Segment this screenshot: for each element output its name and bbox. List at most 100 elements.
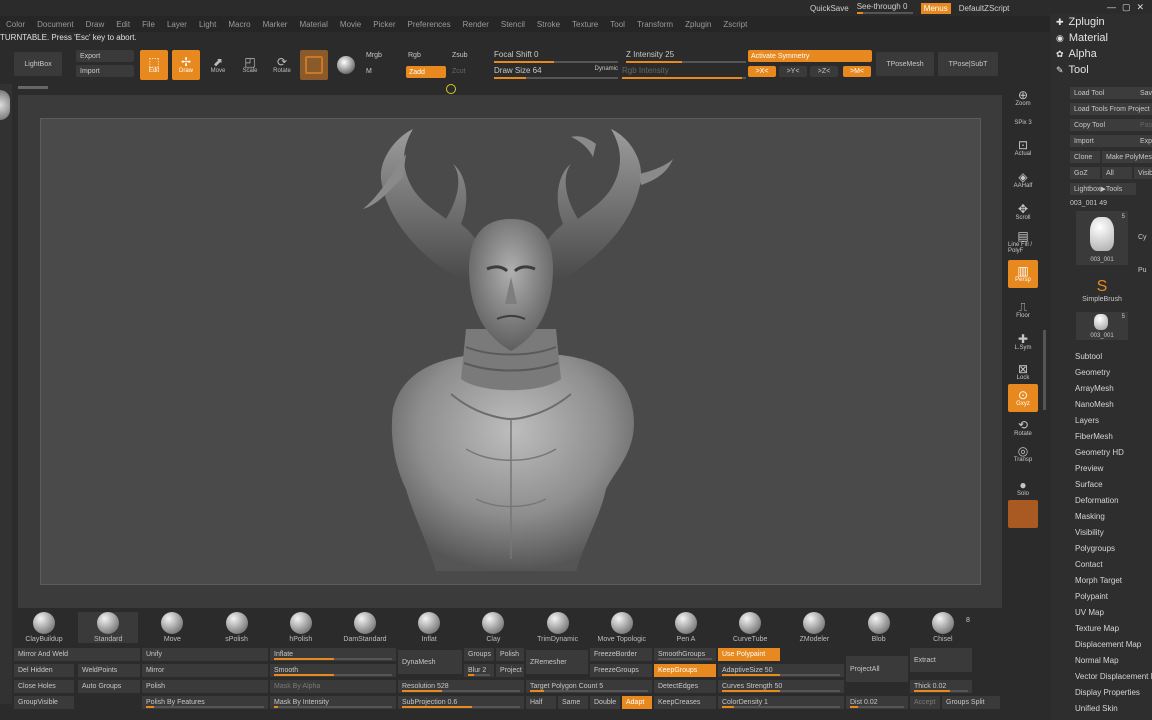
groupvisible-button[interactable]: GroupVisible — [14, 696, 74, 709]
shelf-transp-button[interactable]: ◎ Transp — [1008, 440, 1038, 468]
menu-stencil[interactable]: Stencil — [495, 20, 531, 29]
brush-claybuildup[interactable]: ClayBuildup — [14, 612, 74, 643]
menu-zscript[interactable]: Zscript — [717, 20, 753, 29]
tool-make-polymesh3d-button[interactable]: Make PolyMesh3D — [1102, 151, 1152, 163]
unify-button[interactable]: Unify — [142, 648, 268, 661]
dynamesh-button[interactable]: DynaMesh — [398, 650, 462, 674]
palette-tool[interactable]: ✎ Tool — [1056, 64, 1089, 76]
blur-slider[interactable]: Blur 2 — [464, 664, 494, 677]
brush-hpolish[interactable]: hPolish — [271, 612, 331, 643]
shelf-actual-button[interactable]: ⊡ Actual — [1008, 134, 1038, 162]
default-zscript-button[interactable]: DefaultZScript — [959, 4, 1010, 13]
tool-import-button[interactable]: Import — [1070, 135, 1136, 147]
shelf-rotate-button[interactable]: ⟲ Rotate — [1008, 414, 1038, 442]
extract-button[interactable]: Extract — [910, 648, 972, 672]
brush-inflat[interactable]: Inflat — [399, 612, 459, 643]
subpalette-unified-skin[interactable]: Unified Skin — [1075, 704, 1118, 713]
shelf-zoom-button[interactable]: ⊕ Zoom — [1008, 84, 1038, 112]
menu-draw[interactable]: Draw — [80, 20, 111, 29]
edit-button[interactable]: ⬚ Edit — [140, 50, 168, 80]
import-button[interactable]: Import — [76, 65, 134, 77]
inflate-slider[interactable]: Inflate — [270, 648, 396, 661]
brush-move-topologic[interactable]: Move Topologic — [592, 612, 652, 643]
resolution-slider[interactable]: Resolution 528 — [398, 680, 524, 693]
adaptive-size-slider[interactable]: AdaptiveSize 50 — [718, 664, 844, 677]
brush-blob[interactable]: Blob — [849, 612, 909, 643]
focal-shift-slider[interactable]: Focal Shift 0 — [494, 50, 618, 63]
tool-clone-button[interactable]: Clone — [1070, 151, 1100, 163]
palette-material[interactable]: ◉ Material — [1056, 32, 1108, 44]
target-polygon-count-slider[interactable]: Target Polygon Count 5 — [526, 680, 652, 693]
mask-by-intensity-slider[interactable]: Mask By Intensity — [270, 696, 396, 709]
projectall-button[interactable]: ProjectAll — [846, 656, 908, 682]
brush-chisel[interactable]: Chisel — [913, 612, 973, 643]
adapt-button[interactable]: Adapt — [622, 696, 652, 709]
maximize-icon[interactable]: ▢ — [1122, 2, 1131, 13]
mask-by-alpha-button[interactable]: Mask By Alpha — [270, 680, 396, 693]
subpalette-preview[interactable]: Preview — [1075, 464, 1103, 473]
draw-button[interactable]: ✢ Draw — [172, 50, 200, 80]
subpalette-fibermesh[interactable]: FiberMesh — [1075, 432, 1113, 441]
project-toggle[interactable]: Project — [496, 664, 524, 677]
rgb-button[interactable]: Rgb — [408, 52, 421, 59]
subpalette-morph-target[interactable]: Morph Target — [1075, 576, 1122, 585]
subpalette-surface[interactable]: Surface — [1075, 480, 1103, 489]
color-swatch[interactable] — [1008, 500, 1038, 528]
polish-toggle[interactable]: Polish — [496, 648, 524, 661]
colordensity-slider[interactable]: ColorDensity 1 — [718, 696, 844, 709]
shelf-scroll-button[interactable]: ✥ Scroll — [1008, 198, 1038, 226]
subpalette-contact[interactable]: Contact — [1075, 560, 1103, 569]
symmetry-z-button[interactable]: >Z< — [810, 66, 838, 77]
rgb-intensity-slider[interactable]: Rgb Intensity — [622, 66, 746, 79]
material-swatch[interactable] — [300, 50, 328, 80]
keepcreases-button[interactable]: KeepCreases — [654, 696, 716, 709]
menu-color[interactable]: Color — [0, 20, 31, 29]
curves-strength-slider[interactable]: Curves Strength 50 — [718, 680, 844, 693]
tool-lightbox-tools-button[interactable]: Lightbox▶Tools — [1070, 183, 1136, 195]
see-through-slider[interactable]: See-through 0 — [856, 2, 913, 14]
thick-slider[interactable]: Thick 0.02 — [910, 680, 972, 693]
simplebrush-thumbnail[interactable]: S SimpleBrush — [1076, 278, 1128, 310]
quicksave-button[interactable]: QuickSave — [810, 4, 849, 13]
tool-thumbnail[interactable]: 003_001 5 — [1076, 211, 1128, 265]
detectedges-button[interactable]: DetectEdges — [654, 680, 716, 693]
dynamic-toggle[interactable]: Dynamic — [595, 66, 618, 75]
tool-paste-tool-button[interactable]: Paste Tool — [1136, 119, 1152, 131]
tpose-subt-button[interactable]: TPose|SubT — [938, 52, 998, 76]
brush-move[interactable]: Move — [142, 612, 202, 643]
zcut-button[interactable]: Zcut — [452, 68, 466, 75]
close-holes-button[interactable]: Close Holes — [14, 680, 74, 693]
dist-slider[interactable]: Dist 0.02 — [846, 696, 908, 709]
subpalette-deformation[interactable]: Deformation — [1075, 496, 1119, 505]
same-button[interactable]: Same — [558, 696, 588, 709]
subpalette-uv-map[interactable]: UV Map — [1075, 608, 1104, 617]
accept-button[interactable]: Accept — [910, 696, 940, 709]
freezegroups-button[interactable]: FreezeGroups — [590, 664, 652, 677]
menu-stroke[interactable]: Stroke — [531, 20, 566, 29]
polish-button[interactable]: Polish — [142, 680, 268, 693]
subpalette-texture-map[interactable]: Texture Map — [1075, 624, 1119, 633]
tool-copy-tool-button[interactable]: Copy Tool — [1070, 119, 1136, 131]
palette-alpha[interactable]: ✿ Alpha — [1056, 48, 1097, 60]
subpalette-vector-displacement-map[interactable]: Vector Displacement Map — [1075, 672, 1152, 681]
z-intensity-slider[interactable]: Z Intensity 25 — [626, 50, 746, 63]
subpalette-subtool[interactable]: Subtool — [1075, 352, 1102, 361]
menu-transform[interactable]: Transform — [631, 20, 679, 29]
auto-groups-button[interactable]: Auto Groups — [78, 680, 140, 693]
menu-marker[interactable]: Marker — [257, 20, 294, 29]
symmetry-m-button[interactable]: >M< — [843, 66, 871, 77]
subprojection-slider[interactable]: SubProjection 0.6 — [398, 696, 524, 709]
menu-document[interactable]: Document — [31, 20, 79, 29]
shelf-line-fill-polyf-button[interactable]: ▤ Line Fill / PolyF — [1008, 228, 1038, 256]
shelf-aahalf-button[interactable]: ◈ AAHalf — [1008, 166, 1038, 194]
close-icon[interactable]: ✕ — [1136, 2, 1144, 13]
shelf-spix-3-button[interactable]: SPix 3 — [1008, 116, 1038, 130]
mirror-and-weld-button[interactable]: Mirror And Weld — [14, 648, 140, 661]
symmetry-y-button[interactable]: >Y< — [779, 66, 807, 77]
brush-clay[interactable]: Clay — [463, 612, 523, 643]
half-button[interactable]: Half — [526, 696, 556, 709]
del-hidden-button[interactable]: Del Hidden — [14, 664, 74, 677]
subpalette-geometry-hd[interactable]: Geometry HD — [1075, 448, 1124, 457]
subpalette-nanomesh[interactable]: NanoMesh — [1075, 400, 1114, 409]
menu-tool[interactable]: Tool — [604, 20, 631, 29]
